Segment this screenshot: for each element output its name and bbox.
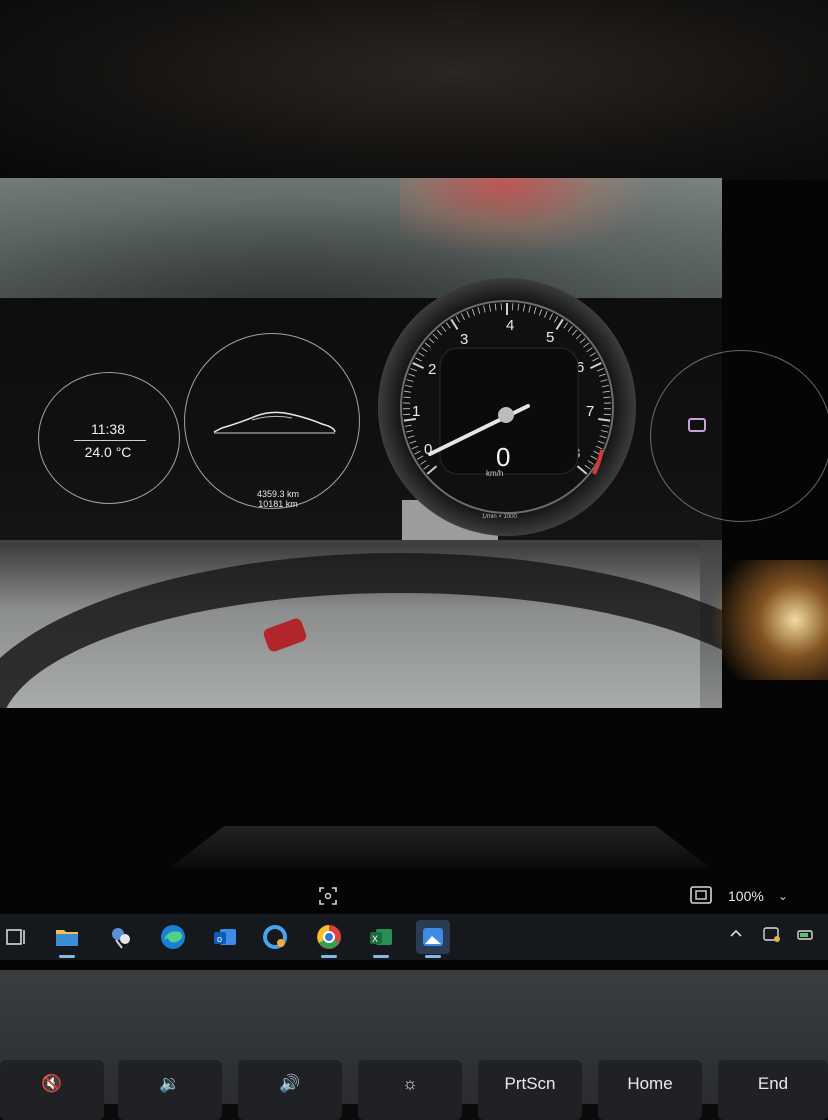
copilot-icon[interactable] — [258, 920, 292, 954]
battery-icon[interactable] — [796, 926, 816, 944]
prtscn-key[interactable]: PrtScn — [478, 1060, 582, 1120]
excel-icon[interactable]: X — [364, 920, 398, 954]
fit-to-window-icon[interactable] — [318, 886, 338, 906]
tach-tick — [403, 414, 410, 415]
tach-num-1: 1 — [412, 403, 420, 420]
clock-gauge — [38, 372, 180, 504]
clock-divider — [74, 440, 146, 441]
tach-num-3: 3 — [460, 331, 468, 348]
total-odometer: 10181 km — [248, 499, 308, 509]
photo-lower-dash — [0, 543, 700, 708]
end-key[interactable]: End — [718, 1060, 828, 1120]
chevron-down-icon: ⌄ — [778, 889, 788, 903]
tachometer: 0 1 2 3 4 5 6 7 8 0 km/h 1/min × 1000 — [378, 278, 636, 536]
warning-glyph-icon — [688, 418, 706, 432]
tach-num-4: 4 — [506, 317, 514, 334]
tach-num-2: 2 — [428, 361, 436, 378]
laptop-bezel-top — [0, 0, 828, 180]
speed-unit: km/h — [486, 469, 503, 478]
chrome-icon[interactable] — [312, 920, 346, 954]
outlook-icon[interactable]: o — [208, 920, 242, 954]
photos-icon[interactable] — [416, 920, 450, 954]
needle-hub — [498, 407, 514, 423]
brightness-key[interactable]: ☼ — [358, 1060, 462, 1120]
edge-icon[interactable] — [156, 920, 190, 954]
mute-key-label: 🔇 — [41, 1074, 62, 1094]
outside-temperature: 24.0 °C — [38, 444, 178, 460]
clock-time: 11:38 — [38, 421, 178, 437]
trip-odometer: 4359.3 km — [248, 489, 308, 499]
chevron-up-icon[interactable] — [728, 926, 744, 942]
steering-wheel — [0, 553, 722, 708]
home-key[interactable]: Home — [598, 1060, 702, 1120]
actual-size-icon[interactable] — [690, 886, 712, 904]
tach-num-5: 5 — [546, 329, 554, 346]
svg-text:X: X — [372, 934, 378, 944]
volume-down-key-label: 🔉 — [159, 1074, 180, 1094]
volume-up-key-label: 🔊 — [279, 1074, 300, 1094]
task-view-icon[interactable] — [0, 920, 34, 954]
brightness-key-label: ☼ — [402, 1074, 418, 1094]
car-silhouette-icon — [212, 408, 337, 436]
speed-value: 0 — [496, 442, 510, 472]
zoom-dropdown[interactable]: 100% ⌄ — [728, 884, 810, 908]
tach-tick — [604, 414, 611, 415]
prtscn-key-label: PrtScn — [504, 1074, 555, 1094]
home-key-label: Home — [627, 1074, 672, 1094]
rpm-unit: 1/min × 1000 — [482, 514, 518, 520]
snipping-tool-icon[interactable] — [104, 920, 138, 954]
mute-key[interactable]: 🔇 — [0, 1060, 104, 1120]
right-gauge — [650, 350, 828, 522]
file-explorer-icon[interactable] — [50, 920, 84, 954]
tach-num-7: 7 — [586, 403, 594, 420]
end-key-label: End — [758, 1074, 788, 1094]
volume-down-key[interactable]: 🔉 — [118, 1060, 222, 1120]
svg-text:o: o — [217, 934, 222, 944]
volume-up-key[interactable]: 🔊 — [238, 1060, 342, 1120]
device-icon[interactable] — [762, 926, 782, 944]
zoom-level: 100% — [728, 888, 764, 904]
